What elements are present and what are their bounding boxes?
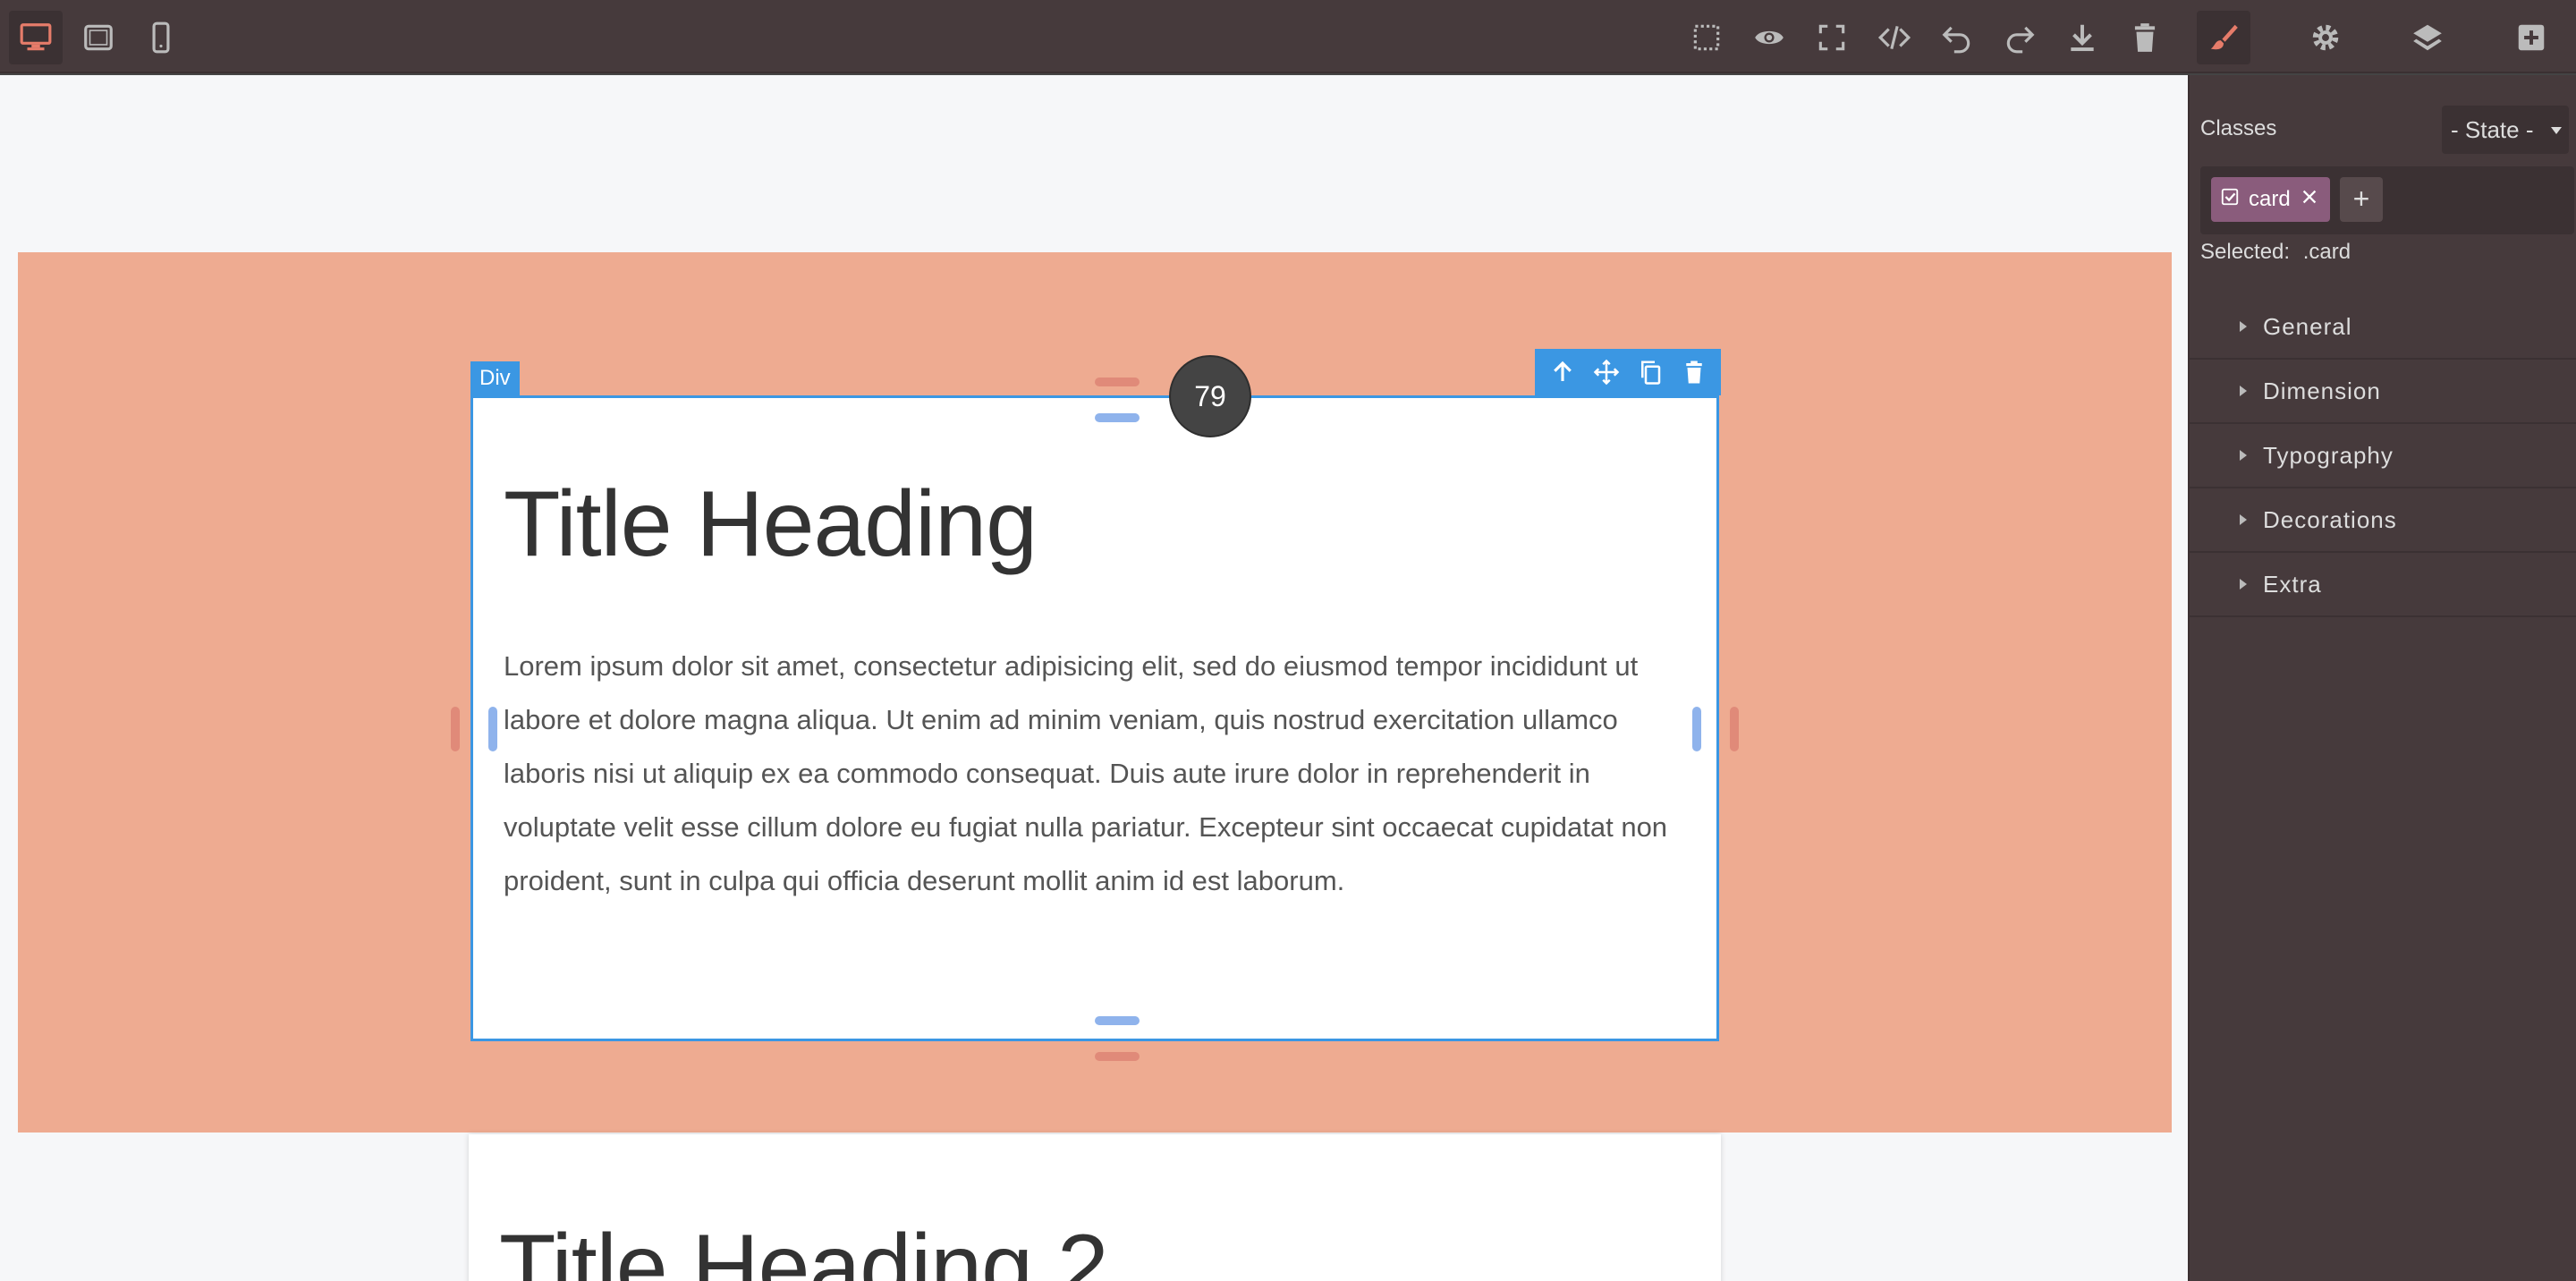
card-text[interactable]: Lorem ipsum dolor sit amet, consectetur … [504,640,1693,908]
style-manager-panel: Classes - State - card + Selected: .card… [2188,75,2576,1281]
selector-manager: Classes - State - card + Selected: .card [2190,75,2576,295]
selected-label: Selected: [2200,240,2291,264]
card-title[interactable]: Title Heading [504,471,1038,578]
class-tag[interactable]: card [2211,177,2330,222]
sector-label: Dimension [2263,377,2381,404]
delete-icon[interactable] [1676,354,1712,390]
layers-icon[interactable] [2401,11,2454,64]
style-sectors: General Dimension Typography Decorations… [2190,295,2576,617]
arrow-up-icon[interactable] [1545,354,1580,390]
redo-icon[interactable] [1993,11,2046,64]
editor-canvas[interactable]: Title Heading 2 Title Heading Lorem ipsu… [0,75,2188,1281]
checkbox-checked-icon[interactable] [2220,187,2240,213]
move-icon[interactable] [1589,354,1624,390]
fullscreen-icon[interactable] [1805,11,1859,64]
state-select-label: - State - [2451,116,2534,143]
tablet-icon[interactable] [72,11,125,64]
sector-extra[interactable]: Extra [2190,553,2576,617]
sector-label: Typography [2263,441,2394,469]
mobile-icon[interactable] [134,11,188,64]
sector-typography[interactable]: Typography [2190,424,2576,488]
sector-general[interactable]: General [2190,295,2576,360]
caret-down-icon [2551,127,2562,134]
top-toolbar [0,0,2576,73]
selected-info: Selected: .card [2200,240,2351,265]
download-icon[interactable] [2055,11,2109,64]
padding-handle-left[interactable] [488,707,497,751]
margin-handle-left[interactable] [451,707,460,751]
sector-label: Decorations [2263,505,2397,533]
class-tags-container: card + [2200,166,2574,234]
class-tag-label: card [2249,187,2291,211]
trash-icon[interactable] [2118,11,2172,64]
copy-icon[interactable] [1632,354,1668,390]
component-toolbar [1535,349,1721,395]
sector-decorations[interactable]: Decorations [2190,488,2576,553]
desktop-icon[interactable] [9,11,63,64]
eye-icon[interactable] [1742,11,1796,64]
margin-handle-right[interactable] [1730,707,1739,751]
selected-value: .card [2302,240,2351,264]
padding-handle-bottom[interactable] [1095,1016,1140,1025]
add-class-button[interactable]: + [2340,177,2383,222]
sector-dimension[interactable]: Dimension [2190,360,2576,424]
spacing-value-badge: 79 [1169,355,1251,437]
sector-label: Extra [2263,570,2322,598]
margin-handle-top[interactable] [1095,378,1140,386]
code-icon[interactable] [1868,11,1921,64]
card-selected[interactable]: Title Heading Lorem ipsum dolor sit amet… [470,395,1719,1041]
padding-handle-right[interactable] [1692,707,1701,751]
paint-brush-icon[interactable] [2197,11,2250,64]
add-block-icon[interactable] [2504,11,2558,64]
card-title-2[interactable]: Title Heading 2 [499,1215,1109,1281]
margin-handle-bottom[interactable] [1095,1052,1140,1061]
card-2[interactable]: Title Heading 2 [469,1134,1721,1281]
select-outline-icon[interactable] [1680,11,1733,64]
undo-icon[interactable] [1930,11,1984,64]
gear-icon[interactable] [2299,11,2352,64]
close-icon[interactable] [2300,187,2319,213]
padding-handle-top[interactable] [1095,413,1140,422]
component-name-badge: Div [470,361,520,395]
state-select[interactable]: - State - [2442,106,2569,154]
classes-label: Classes [2200,116,2277,140]
sector-label: General [2263,312,2352,340]
